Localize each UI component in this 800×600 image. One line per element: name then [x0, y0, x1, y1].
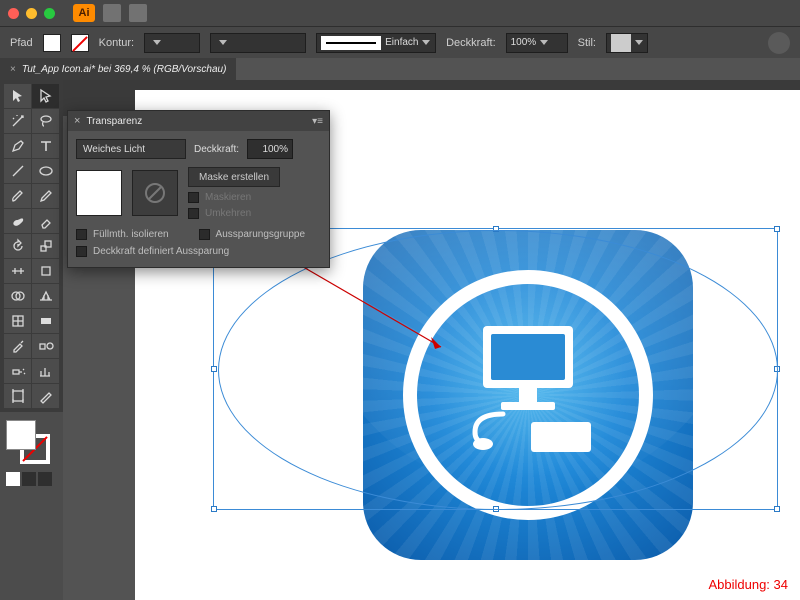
slice-tool-icon[interactable]: [32, 384, 59, 408]
direct-selection-tool-icon[interactable]: [32, 84, 59, 108]
gradient-tool-icon[interactable]: [32, 309, 59, 333]
pen-tool-icon[interactable]: [4, 134, 31, 158]
clip-checkbox: Maskieren: [188, 192, 280, 203]
ellipse-tool-icon[interactable]: [32, 159, 59, 183]
document-tab[interactable]: × Tut_App Icon.ai* bei 369,4 % (RGB/Vors…: [0, 58, 236, 80]
fill-stroke-control[interactable]: [0, 412, 63, 472]
handle-icon[interactable]: [774, 226, 780, 232]
panel-opacity-input[interactable]: 100%: [247, 139, 293, 159]
eyedropper-tool-icon[interactable]: [4, 334, 31, 358]
handle-icon[interactable]: [774, 506, 780, 512]
shape-builder-tool-icon[interactable]: [4, 284, 31, 308]
bridge-icon[interactable]: [103, 4, 121, 22]
figure-caption: Abbildung: 34: [708, 577, 788, 592]
blend-tool-icon[interactable]: [32, 334, 59, 358]
zoom-window-icon[interactable]: [44, 8, 55, 19]
stroke-weight-dropdown[interactable]: [144, 33, 200, 53]
lasso-tool-icon[interactable]: [32, 109, 59, 133]
panel-menu-icon[interactable]: ▾≡: [312, 116, 323, 127]
perspective-grid-tool-icon[interactable]: [32, 284, 59, 308]
variable-width-profile-dropdown[interactable]: [210, 33, 306, 53]
color-mode-row: [0, 472, 63, 492]
free-transform-tool-icon[interactable]: [32, 259, 59, 283]
recolor-artwork-icon[interactable]: [768, 32, 790, 54]
selected-ellipse-path[interactable]: [218, 230, 778, 510]
handle-icon[interactable]: [211, 506, 217, 512]
width-tool-icon[interactable]: [4, 259, 31, 283]
panel-header[interactable]: × Transparenz ▾≡: [68, 111, 329, 131]
close-tab-icon[interactable]: ×: [10, 64, 16, 75]
pencil-tool-icon[interactable]: [32, 184, 59, 208]
line-segment-tool-icon[interactable]: [4, 159, 31, 183]
column-graph-tool-icon[interactable]: [32, 359, 59, 383]
app-badge-illustrator: Ai: [73, 4, 95, 22]
isolate-blending-checkbox[interactable]: Füllmth. isolieren: [76, 229, 185, 240]
color-mode-solid-icon[interactable]: [6, 472, 20, 486]
control-bar: Pfad Kontur: Einfach Deckkraft: 100% Sti…: [0, 26, 800, 58]
fill-color-icon[interactable]: [6, 420, 36, 450]
color-mode-none-icon[interactable]: [38, 472, 52, 486]
artboard-tool-icon[interactable]: [4, 384, 31, 408]
scale-tool-icon[interactable]: [32, 234, 59, 258]
style-label: Stil:: [578, 37, 596, 49]
mesh-tool-icon[interactable]: [4, 309, 31, 333]
panel-close-icon[interactable]: ×: [74, 115, 80, 127]
invert-mask-checkbox: Umkehren: [188, 208, 280, 219]
object-type-label: Pfad: [10, 37, 33, 49]
magic-wand-tool-icon[interactable]: [4, 109, 31, 133]
handle-icon[interactable]: [211, 366, 217, 372]
opacity-thumbnail[interactable]: [76, 170, 122, 216]
symbol-sprayer-tool-icon[interactable]: [4, 359, 31, 383]
make-mask-button[interactable]: Maske erstellen: [188, 167, 280, 187]
type-tool-icon[interactable]: [32, 134, 59, 158]
document-tab-title: Tut_App Icon.ai* bei 369,4 % (RGB/Vorsch…: [22, 64, 227, 75]
brush-name: Einfach: [385, 37, 418, 48]
paintbrush-tool-icon[interactable]: [4, 184, 31, 208]
opacity-defines-knockout-checkbox[interactable]: Deckkraft definiert Aussparung: [76, 246, 321, 257]
opacity-dropdown[interactable]: 100%: [506, 33, 568, 53]
rotate-tool-icon[interactable]: [4, 234, 31, 258]
blend-mode-value: Weiches Licht: [83, 144, 145, 155]
tools-panel: [0, 80, 63, 600]
panel-opacity-label: Deckkraft:: [194, 144, 239, 155]
transparency-panel[interactable]: × Transparenz ▾≡ Weiches Licht Deckkraft…: [67, 110, 330, 268]
color-mode-gradient-icon[interactable]: [22, 472, 36, 486]
selection-tool-icon[interactable]: [4, 84, 31, 108]
minimize-window-icon[interactable]: [26, 8, 37, 19]
blob-brush-tool-icon[interactable]: [4, 209, 31, 233]
fill-swatch[interactable]: [43, 34, 61, 52]
eraser-tool-icon[interactable]: [32, 209, 59, 233]
opacity-label: Deckkraft:: [446, 37, 496, 49]
blend-mode-dropdown[interactable]: Weiches Licht: [76, 139, 186, 159]
mask-thumbnail-empty[interactable]: [132, 170, 178, 216]
graphic-style-dropdown[interactable]: [606, 33, 648, 53]
close-window-icon[interactable]: [8, 8, 19, 19]
knockout-group-checkbox[interactable]: Aussparungsgruppe: [199, 229, 321, 240]
window-controls: [8, 8, 55, 19]
panel-title: Transparenz: [86, 116, 142, 127]
os-menubar: Ai: [0, 0, 800, 26]
stroke-label: Kontur:: [99, 37, 134, 49]
arrange-documents-icon[interactable]: [129, 4, 147, 22]
document-tab-bar: × Tut_App Icon.ai* bei 369,4 % (RGB/Vors…: [0, 58, 800, 80]
stroke-swatch-none[interactable]: [71, 34, 89, 52]
brush-definition-dropdown[interactable]: Einfach: [316, 33, 436, 53]
